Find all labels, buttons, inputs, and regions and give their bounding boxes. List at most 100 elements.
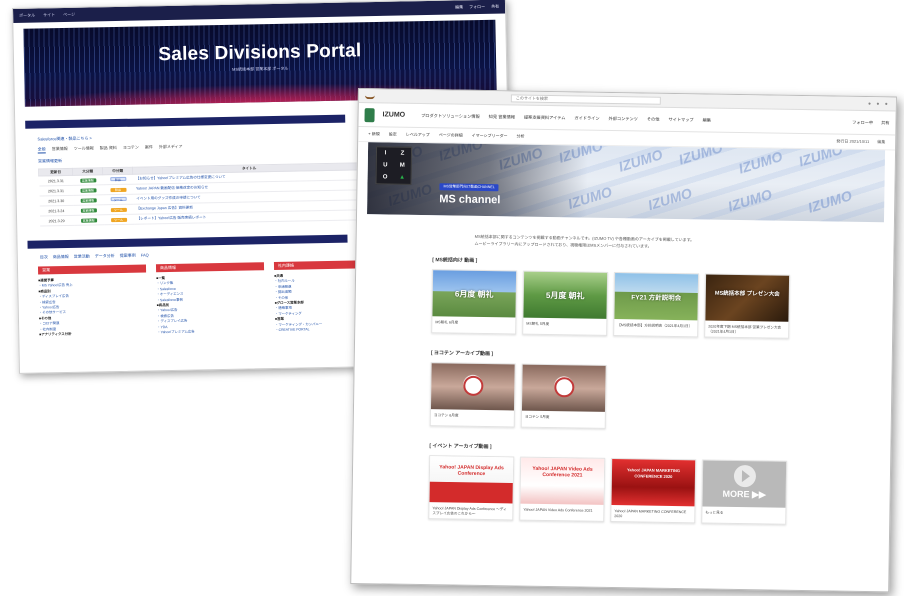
video-thumbnail[interactable]: 5月度 朝礼 (523, 271, 608, 319)
share-button[interactable]: 共有 (881, 120, 889, 126)
thumbnail-caption: FY21 方針説明会 (631, 294, 682, 303)
menu-item[interactable]: 外部コンテンツ (609, 115, 638, 121)
menu-item[interactable]: サイトマップ (668, 116, 693, 122)
tab-general[interactable]: 全般 (37, 146, 46, 154)
menu-item[interactable]: その他 (647, 116, 660, 122)
video-thumbnail[interactable] (521, 364, 606, 412)
subcategory-badge: ツール (110, 207, 127, 212)
row-subcategory: ツール (103, 214, 134, 225)
level-up-button[interactable]: レベルアップ (406, 132, 430, 138)
see-more-link[interactable]: もっと見る (702, 506, 785, 516)
menu-item[interactable]: 編集 (703, 117, 711, 123)
tab-media[interactable]: 外部メディア (159, 144, 183, 151)
izumo-window: このサイトを検索 ● ● ● IZUMO プロダクトソリューション情報 知見 営… (350, 88, 897, 593)
video-card[interactable]: MORE ▶▶ もっと見る (701, 459, 788, 525)
settings-button[interactable]: 設定 (389, 131, 397, 137)
follow-button[interactable]: フォロー中 (852, 119, 873, 125)
site-brand[interactable]: IZUMO (383, 111, 406, 118)
edit-button[interactable]: 編集 (455, 4, 463, 10)
page-details-button[interactable]: ページの詳細 (439, 132, 463, 138)
izumo-logo-icon[interactable] (364, 107, 375, 122)
more-icon[interactable]: ● ● ● (868, 101, 890, 107)
updates-table: 更新日 大分類 中分類 タイトル 2021.3.31 営業情報 製品 【お知らせ… (38, 162, 367, 227)
section-divider-bar (25, 114, 346, 129)
video-card-row: 6月度 朝礼 MS朝礼 6月度 5月度 朝礼 MS朝礼 5月度 FY21 方針説… (431, 269, 893, 340)
menu-item[interactable]: 知見 営業情報 (489, 114, 515, 120)
video-thumbnail[interactable]: Yahoo! JAPAN Display Ads Conference (429, 456, 514, 504)
column-list: ■週間予算 ・MS Yahoo!広告 売上 ■商品別 ・ディスプレイ広告 ・検索… (38, 276, 147, 338)
row-subcategory: 製品 (102, 174, 133, 185)
logo-letter: M (399, 162, 405, 169)
nav-link[interactable]: FAQ (141, 252, 149, 258)
subcategory-badge: 製品 (109, 187, 127, 192)
row-category: 営業情報 (72, 174, 103, 186)
menu-item[interactable]: 提案支援資料アイテム (524, 114, 566, 121)
row-date: 2021.3.31 (38, 175, 73, 187)
video-title[interactable]: MS朝礼 6月度 (432, 316, 515, 326)
row-category: 営業情報 (73, 194, 104, 206)
video-title[interactable]: ヨコテン 6月度 (431, 409, 514, 419)
video-title[interactable]: Yahoo! JAPAN Display Ads Conference ～ディス… (429, 502, 512, 516)
share-button[interactable]: 共有 (491, 4, 499, 10)
video-card[interactable]: ヨコテン 5月度 (520, 363, 607, 429)
video-card[interactable]: Yahoo! JAPAN MARKETING CONFERENCE 2020 Y… (610, 458, 697, 524)
section-divider-bar (27, 234, 348, 249)
site-search-input[interactable]: このサイトを検索 (510, 93, 661, 105)
video-title[interactable]: MS朝礼 5月度 (523, 318, 606, 328)
video-thumbnail[interactable]: FY21 方針説明会 (614, 273, 699, 321)
video-card[interactable]: Yahoo! JAPAN Video Ads Conference 2021 Y… (519, 456, 606, 522)
video-thumbnail[interactable]: MS統括本部 プレゼン大会 (705, 274, 790, 322)
nav-link[interactable]: 提案事例 (120, 253, 136, 259)
more-caption: MORE ▶▶ (722, 488, 766, 500)
tab-products[interactable]: 製品 資料 (100, 145, 117, 152)
edit-button[interactable]: 編集 (877, 139, 885, 145)
handshake-emblem-icon (554, 377, 575, 398)
tab-yokoten[interactable]: ヨコテン (123, 145, 139, 152)
list-item[interactable]: ・Yahoo!プレミアム広告 (157, 328, 265, 335)
topbar-link[interactable]: ページ (63, 12, 75, 18)
list-item: ■アナリティクス分析 (39, 331, 72, 337)
menu-item[interactable]: プロダクトソリューション情報 (421, 112, 480, 119)
follow-button[interactable]: フォロー (469, 4, 485, 10)
nav-link[interactable]: 商品情報 (53, 254, 69, 260)
column-heading: 商品情報 (155, 262, 265, 273)
video-title[interactable]: 【MS統括本部】方針説明会（2021年4月1日） (614, 319, 697, 329)
video-thumbnail[interactable]: Yahoo! JAPAN MARKETING CONFERENCE 2020 (611, 459, 696, 507)
ship-icon (364, 92, 375, 99)
row-category: 営業情報 (73, 214, 104, 226)
nav-link[interactable]: データ分析 (95, 253, 115, 259)
thumbnail-caption: 6月度 朝礼 (454, 289, 494, 300)
topbar-link[interactable]: ポータル (19, 13, 35, 19)
video-card[interactable]: ヨコテン 6月度 (429, 362, 516, 428)
column-sales: 営業 ■週間予算 ・MS Yahoo!広告 売上 ■商品別 ・ディスプレイ広告 … (37, 264, 147, 338)
video-card[interactable]: Yahoo! JAPAN Display Ads Conference Yaho… (428, 455, 515, 521)
video-thumbnail[interactable] (430, 363, 515, 411)
subcategory-badge: 製品 (109, 176, 126, 182)
new-button[interactable]: + 新規 (368, 131, 380, 137)
immersive-reader-button[interactable]: イマーシブリーダー (472, 133, 508, 140)
topbar-link[interactable]: サイト (43, 12, 55, 18)
video-thumbnail[interactable]: Yahoo! JAPAN Video Ads Conference 2021 (520, 457, 605, 505)
tab-tools[interactable]: ツール情報 (74, 145, 94, 152)
row-date: 2021.3.31 (38, 185, 74, 197)
video-title[interactable]: ヨコテン 5月度 (522, 411, 605, 421)
video-card[interactable]: 6月度 朝礼 MS朝礼 6月度 (431, 269, 518, 335)
video-title[interactable]: Yahoo! JAPAN MARKETING CONFERENCE 2020 (611, 505, 694, 519)
nav-link[interactable]: 営業活動 (74, 254, 90, 260)
video-title[interactable]: 2020年度下期 MS統括本部 営業プレゼン大会（2021年4月1日） (705, 320, 788, 334)
menu-item[interactable]: ガイドライン (574, 115, 599, 121)
video-thumbnail[interactable]: 6月度 朝礼 (432, 270, 517, 318)
video-card[interactable]: FY21 方針説明会 【MS統括本部】方針説明会（2021年4月1日） (613, 272, 700, 338)
video-card[interactable]: MS統括本部 プレゼン大会 2020年度下期 MS統括本部 営業プレゼン大会（2… (704, 273, 791, 339)
portal-top-bar: ポータル サイト ページ 編集 フォロー 共有 (13, 0, 506, 23)
logo-letter: I (384, 150, 387, 157)
nav-link[interactable]: 目次 (40, 254, 48, 260)
video-card[interactable]: 5月度 朝礼 MS朝礼 5月度 (522, 270, 609, 336)
video-title[interactable]: Yahoo! JAPAN Video Ads Conference 2021 (520, 504, 603, 514)
row-date: 2021.3.30 (39, 195, 74, 207)
analytics-button[interactable]: 分析 (517, 133, 525, 139)
video-thumbnail[interactable]: MORE ▶▶ (702, 460, 787, 508)
tab-sales-info[interactable]: 営業情報 (52, 146, 68, 153)
tab-deals[interactable]: 案件 (145, 144, 153, 151)
portal-topbar-actions: 編集 フォロー 共有 (455, 4, 499, 11)
